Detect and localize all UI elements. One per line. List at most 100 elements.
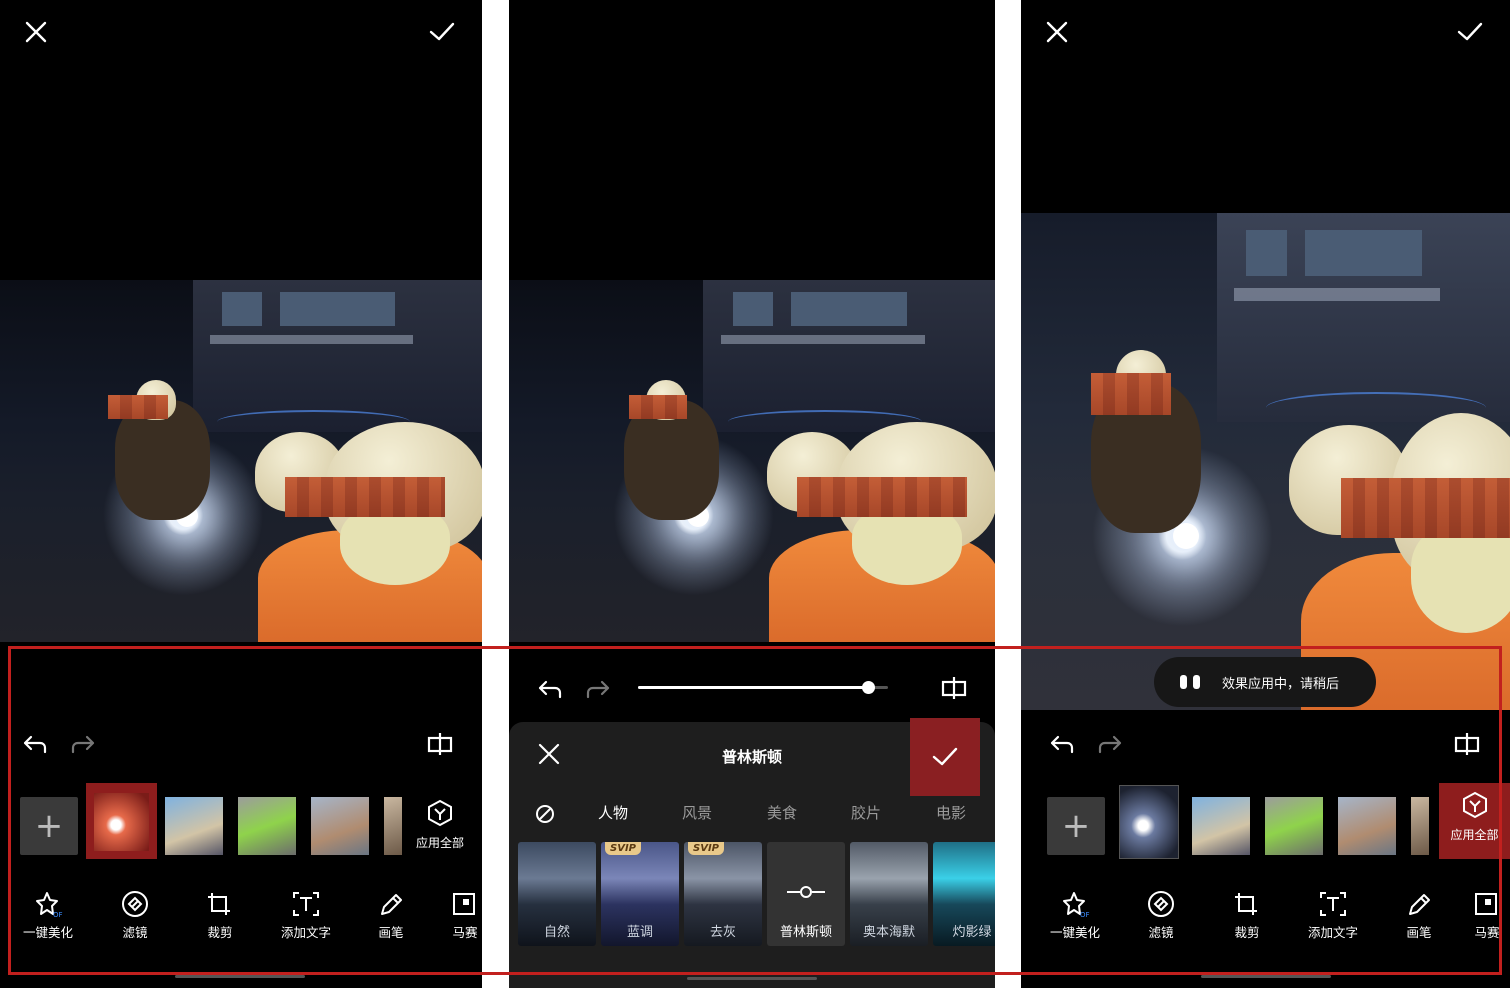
filter-item[interactable]: SVIP 去灰	[684, 842, 762, 946]
filter-label: 奥本海默	[862, 925, 915, 940]
photo-preview	[0, 280, 482, 642]
home-indicator	[175, 975, 305, 978]
no-filter-icon[interactable]	[535, 804, 555, 824]
tool-label: 添加文字	[280, 925, 331, 940]
text-icon	[293, 892, 319, 916]
tool-add-text[interactable]: 添加文字	[1293, 890, 1373, 941]
tool-label: 一键美化	[1049, 925, 1100, 940]
filter-label: 去灰	[709, 925, 736, 940]
svip-badge: SVIP	[605, 842, 641, 855]
apply-all-label: 应用全部	[415, 836, 464, 850]
apply-all-button[interactable]: 应用全部	[1439, 783, 1510, 859]
tool-auto-beautify[interactable]: OFF 一键美化	[1035, 890, 1115, 941]
confirm-button[interactable]	[910, 718, 980, 796]
compare-icon[interactable]	[1454, 732, 1480, 756]
image-thumb-selected[interactable]	[1119, 785, 1179, 859]
tool-label: 一键美化	[22, 925, 73, 940]
tool-label: 画笔	[1406, 925, 1432, 940]
filter-item[interactable]: SVIP 蓝调	[601, 842, 679, 946]
filter-sheet: 普林斯顿 人物 风景 美食 胶片 电影 自然 SVIP 蓝调 SVIP 去灰 普…	[509, 718, 995, 988]
apply-all-button[interactable]: 应用全部	[407, 799, 473, 865]
filter-item[interactable]: 灼影绿	[933, 842, 995, 946]
redo-icon[interactable]	[1097, 733, 1123, 755]
add-image-button[interactable]: +	[1047, 797, 1105, 855]
compare-icon[interactable]	[427, 732, 453, 756]
tool-brush[interactable]: 画笔	[351, 890, 431, 941]
home-indicator	[1201, 975, 1331, 978]
image-thumb[interactable]	[311, 797, 369, 855]
toast-text: 效果应用中，请稍后	[1222, 676, 1340, 692]
image-thumb[interactable]	[1411, 797, 1429, 855]
tool-filter[interactable]: 滤镜	[1121, 890, 1201, 941]
tab-people[interactable]: 人物	[598, 802, 628, 823]
filter-icon	[1148, 891, 1174, 917]
image-thumb[interactable]	[238, 797, 296, 855]
tool-filter[interactable]: 滤镜	[95, 890, 175, 941]
loading-icon	[1180, 675, 1204, 689]
tool-brush[interactable]: 画笔	[1379, 890, 1459, 941]
image-thumb[interactable]	[1338, 797, 1396, 855]
editor-screen-2: 普林斯顿 人物 风景 美食 胶片 电影 自然 SVIP 蓝调 SVIP 去灰 普…	[509, 0, 995, 988]
image-thumb[interactable]	[1265, 797, 1323, 855]
image-thumb[interactable]	[165, 797, 223, 855]
close-icon[interactable]	[22, 18, 50, 46]
image-thumb[interactable]	[384, 797, 402, 855]
editor-screen-3: 效果应用中，请稍后 + 应用全部 OFF 一键美化 滤镜 裁剪 添加文字	[1021, 0, 1510, 988]
apply-all-label: 应用全部	[1450, 828, 1499, 842]
filter-label: 自然	[543, 925, 570, 940]
check-icon[interactable]	[428, 18, 456, 46]
tool-label: 滤镜	[1148, 925, 1174, 940]
text-icon	[1320, 892, 1346, 916]
home-indicator	[687, 977, 817, 980]
redo-icon[interactable]	[70, 733, 96, 755]
tool-crop[interactable]: 裁剪	[1207, 890, 1287, 941]
image-thumb[interactable]	[1192, 797, 1250, 855]
tab-movie[interactable]: 电影	[936, 802, 966, 823]
image-thumb-selected[interactable]	[86, 783, 157, 859]
filter-label: 灼影绿	[952, 925, 992, 940]
undo-icon[interactable]	[537, 678, 563, 700]
crop-icon	[208, 893, 230, 915]
magic-star-icon: OFF	[1063, 892, 1090, 918]
magic-star-icon: OFF	[36, 892, 63, 918]
tool-label: 画笔	[378, 925, 404, 940]
tab-film[interactable]: 胶片	[851, 802, 881, 823]
tool-crop[interactable]: 裁剪	[180, 890, 260, 941]
photo-preview	[1021, 213, 1510, 710]
intensity-slider[interactable]	[638, 681, 888, 694]
add-image-button[interactable]: +	[20, 797, 78, 855]
filter-item-selected[interactable]: 普林斯顿	[767, 842, 845, 946]
image-strip: + 应用全部	[1021, 783, 1510, 867]
pencil-icon	[381, 894, 402, 915]
tool-bar: OFF 一键美化 滤镜 裁剪 添加文字 画笔 马赛	[0, 890, 482, 950]
filter-icon	[122, 891, 148, 917]
undo-icon[interactable]	[1049, 733, 1075, 755]
filter-label: 普林斯顿	[779, 925, 832, 940]
close-icon[interactable]	[1043, 18, 1071, 46]
mosaic-icon	[453, 893, 475, 915]
check-icon[interactable]	[1456, 18, 1484, 46]
compare-icon[interactable]	[941, 676, 967, 700]
tool-label: 马赛	[1474, 925, 1500, 940]
undo-icon[interactable]	[22, 733, 48, 755]
tool-label: 裁剪	[1234, 925, 1260, 940]
tool-auto-beautify[interactable]: OFF 一键美化	[8, 890, 88, 941]
svg-text:OFF: OFF	[1080, 911, 1090, 918]
tab-scenery[interactable]: 风景	[682, 802, 712, 823]
tool-mosaic[interactable]: 马赛	[435, 890, 482, 941]
slider-knob[interactable]	[862, 681, 875, 694]
tool-label: 添加文字	[1307, 925, 1358, 940]
mosaic-icon	[1475, 893, 1497, 915]
filter-item[interactable]: 自然	[518, 842, 596, 946]
tool-label: 马赛	[452, 925, 478, 940]
tab-food[interactable]: 美食	[767, 802, 797, 823]
tool-mosaic[interactable]: 马赛	[1464, 890, 1510, 941]
redo-icon[interactable]	[585, 678, 611, 700]
svip-badge: SVIP	[688, 842, 724, 855]
filter-item[interactable]: 奥本海默	[850, 842, 928, 946]
tool-add-text[interactable]: 添加文字	[266, 890, 346, 941]
filter-categories: 人物 风景 美食 胶片 电影	[509, 802, 995, 826]
photo-preview	[509, 280, 995, 642]
pencil-icon	[1409, 894, 1430, 915]
adjust-icon	[787, 886, 825, 898]
